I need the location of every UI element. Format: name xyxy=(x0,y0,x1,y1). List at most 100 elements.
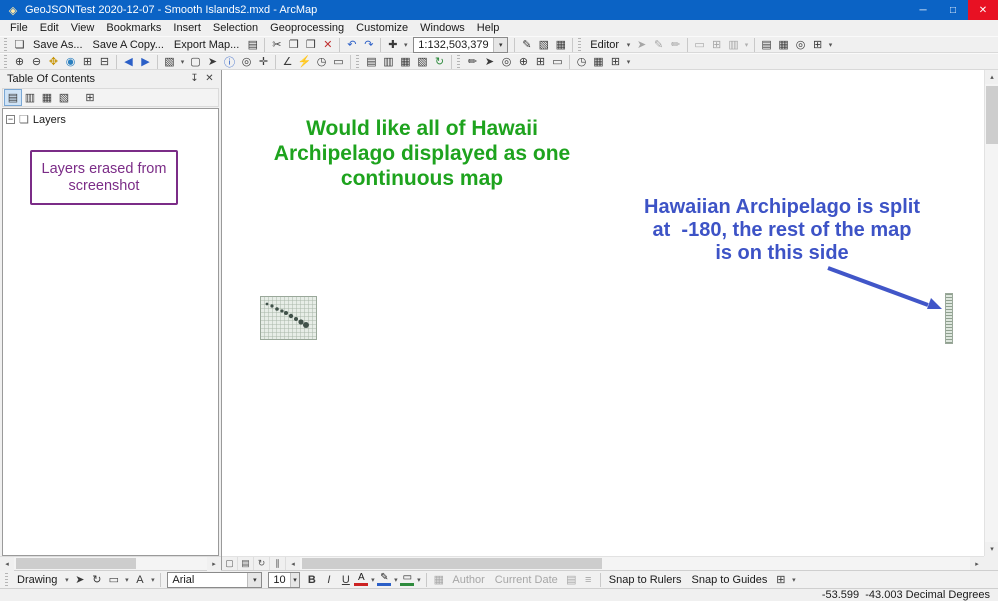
editor-snap-icon[interactable]: ⊞ xyxy=(708,37,725,52)
menu-geoprocessing[interactable]: Geoprocessing xyxy=(264,22,350,34)
fixed-zoom-in-icon[interactable]: ⊞ xyxy=(79,54,96,69)
fill-color-icon[interactable]: ▭ xyxy=(400,573,414,586)
toolbar-grip[interactable] xyxy=(356,55,359,69)
text-tool-icon[interactable]: A xyxy=(131,572,148,587)
edit-tool-icon[interactable]: ✎ xyxy=(518,37,535,52)
delete-icon[interactable]: ✕ xyxy=(319,37,336,52)
redo-icon[interactable]: ↷ xyxy=(360,37,377,52)
attribute-table-icon[interactable]: ▦ xyxy=(552,37,569,52)
new-document-icon[interactable]: ❏ xyxy=(11,37,28,52)
pause-drawing-icon[interactable]: ∥ xyxy=(270,557,286,570)
font-size-dropdown-icon[interactable]: ▾ xyxy=(290,573,300,587)
drawing-menu-button[interactable]: Drawing xyxy=(12,574,62,586)
fixed-zoom-out-icon[interactable]: ⊟ xyxy=(96,54,113,69)
pin-icon[interactable]: ↧ xyxy=(187,73,202,84)
pointer-tool-icon[interactable]: ➤ xyxy=(481,54,498,69)
editor-pencil-icon[interactable]: ✎ xyxy=(650,37,667,52)
print-icon[interactable]: ▤ xyxy=(244,37,261,52)
editor-arrow-icon[interactable]: ➤ xyxy=(633,37,650,52)
font-size-combobox[interactable]: 10 ▾ xyxy=(268,572,300,588)
map-canvas[interactable]: Would like all of Hawaii Archipelago dis… xyxy=(222,70,998,570)
forward-extent-icon[interactable]: ▶ xyxy=(137,54,154,69)
menu-file[interactable]: File xyxy=(4,22,34,34)
editor-dropdown-icon[interactable]: ▾ xyxy=(624,41,633,49)
grid-tool-icon[interactable]: ⊞ xyxy=(532,54,549,69)
minimize-button[interactable]: ─ xyxy=(908,0,938,20)
options-tool-icon[interactable]: ⊞ xyxy=(607,54,624,69)
editor-rect-icon[interactable]: ▭ xyxy=(691,37,708,52)
drawing-dropdown-icon[interactable]: ▾ xyxy=(62,576,71,584)
menu-bookmarks[interactable]: Bookmarks xyxy=(100,22,167,34)
scroll-down-icon[interactable]: ▾ xyxy=(985,542,998,556)
map-hscroll-track[interactable] xyxy=(300,557,970,570)
scale-combobox[interactable]: 1:132,503,379 ▾ xyxy=(413,37,508,53)
rectangle-tool-icon[interactable]: ▭ xyxy=(105,572,122,587)
pan-icon[interactable]: ✥ xyxy=(45,54,62,69)
list-by-visibility-icon[interactable]: ▦ xyxy=(39,90,55,105)
map-table-icon[interactable]: ▦ xyxy=(775,37,792,52)
grid-options-dropdown-icon[interactable]: ▾ xyxy=(826,41,835,49)
text-dropdown-icon[interactable]: ▾ xyxy=(148,576,157,584)
layout-icon[interactable]: ▤ xyxy=(758,37,775,52)
scale-dropdown-icon[interactable]: ▾ xyxy=(493,38,507,52)
font-size-value[interactable]: 10 xyxy=(269,574,289,586)
close-button[interactable]: ✕ xyxy=(968,0,998,20)
menu-customize[interactable]: Customize xyxy=(350,22,414,34)
add-data-icon[interactable]: ✚ xyxy=(384,37,401,52)
menu-edit[interactable]: Edit xyxy=(34,22,65,34)
back-extent-icon[interactable]: ◀ xyxy=(120,54,137,69)
identify-icon[interactable]: ⓘ xyxy=(221,54,238,69)
scroll-left-icon[interactable]: ◂ xyxy=(286,557,300,570)
map-hscroll-thumb[interactable] xyxy=(302,558,602,569)
toc-options-icon[interactable]: ⊞ xyxy=(82,90,98,105)
scroll-up-icon[interactable]: ▴ xyxy=(985,70,998,84)
save-a-copy-button[interactable]: Save A Copy... xyxy=(88,39,169,51)
editor-attributes-icon[interactable]: ▥ xyxy=(725,37,742,52)
font-dropdown-icon[interactable]: ▾ xyxy=(247,573,261,587)
data-view-icon[interactable]: ▢ xyxy=(222,557,238,570)
target-icon[interactable]: ◎ xyxy=(792,37,809,52)
toolbar-grip[interactable] xyxy=(5,573,8,587)
save-as-button[interactable]: Save As... xyxy=(28,39,88,51)
hyperlink-icon[interactable]: ⚡ xyxy=(296,54,313,69)
font-name-value[interactable]: Arial xyxy=(168,574,247,586)
toolbar-grip[interactable] xyxy=(578,38,581,52)
zoom-tool-icon[interactable]: ⊕ xyxy=(515,54,532,69)
font-color-icon[interactable]: A xyxy=(354,573,368,586)
undo-icon[interactable]: ↶ xyxy=(343,37,360,52)
clear-selection-icon[interactable]: ▢ xyxy=(187,54,204,69)
snap-grid-icon[interactable]: ⊞ xyxy=(772,572,789,587)
menu-help[interactable]: Help xyxy=(471,22,506,34)
table-tool-icon[interactable]: ▦ xyxy=(590,54,607,69)
source-list-icon[interactable]: ▥ xyxy=(380,54,397,69)
snap-to-rulers-button[interactable]: Snap to Rulers xyxy=(604,574,687,586)
toolbar-grip[interactable] xyxy=(4,55,7,69)
underline-button[interactable]: U xyxy=(337,572,354,587)
grid-options-icon[interactable]: ⊞ xyxy=(809,37,826,52)
list-by-drawing-order-icon[interactable]: ▤ xyxy=(5,90,21,105)
toc-scroll-track[interactable] xyxy=(14,557,207,570)
select-features-icon[interactable]: ▧ xyxy=(161,54,178,69)
copy-icon[interactable]: ❐ xyxy=(285,37,302,52)
layer-list-icon[interactable]: ▤ xyxy=(363,54,380,69)
italic-button[interactable]: I xyxy=(320,572,337,587)
select-elements-icon[interactable]: ➤ xyxy=(204,54,221,69)
font-combobox[interactable]: Arial ▾ xyxy=(167,572,262,588)
viewer-window-icon[interactable]: ▭ xyxy=(330,54,347,69)
find-icon[interactable]: ◎ xyxy=(238,54,255,69)
snap-grid-dropdown-icon[interactable]: ▾ xyxy=(789,576,798,584)
list-by-source-icon[interactable]: ▥ xyxy=(22,90,38,105)
menu-view[interactable]: View xyxy=(65,22,101,34)
editor-tools-dropdown-icon[interactable]: ▾ xyxy=(742,41,751,49)
scale-value[interactable]: 1:132,503,379 xyxy=(414,39,493,51)
options-dropdown-icon[interactable]: ▾ xyxy=(624,58,633,66)
visibility-list-icon[interactable]: ▦ xyxy=(397,54,414,69)
snap-to-guides-button[interactable]: Snap to Guides xyxy=(687,574,773,586)
select-elements-icon[interactable]: ➤ xyxy=(71,572,88,587)
add-data-dropdown-icon[interactable]: ▾ xyxy=(401,41,410,49)
map-vscroll-thumb[interactable] xyxy=(986,86,998,144)
paste-icon[interactable]: ❒ xyxy=(302,37,319,52)
zoom-out-icon[interactable]: ⊖ xyxy=(28,54,45,69)
full-extent-icon[interactable]: ◉ xyxy=(62,54,79,69)
select-features-dropdown-icon[interactable]: ▾ xyxy=(178,58,187,66)
